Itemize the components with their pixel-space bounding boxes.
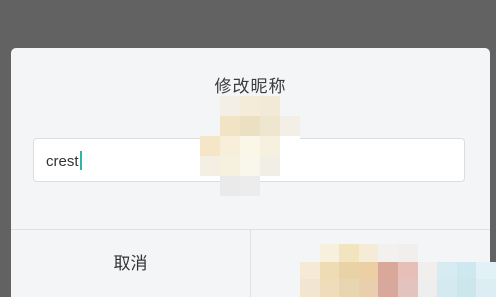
- nickname-input-value: crest: [46, 151, 82, 170]
- text-caret: [79, 151, 82, 170]
- dialog-title: 修改昵称: [214, 77, 287, 97]
- censor-mosaic-confirm: [300, 244, 496, 297]
- censor-mosaic-center: [200, 96, 300, 196]
- cancel-button[interactable]: 取消: [11, 230, 250, 297]
